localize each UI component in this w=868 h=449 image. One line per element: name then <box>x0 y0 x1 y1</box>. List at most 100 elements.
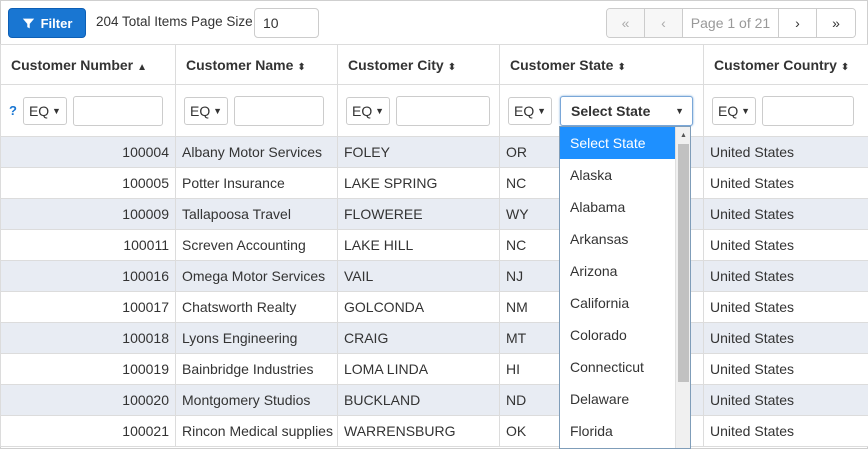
header-customer-name[interactable]: Customer Name ⬍ <box>175 44 338 85</box>
cell-customer-country: United States <box>703 167 868 199</box>
caret-down-icon: ▼ <box>537 105 546 116</box>
sort-icon: ⬍ <box>447 61 457 73</box>
cell-customer-country: United States <box>703 415 868 447</box>
cell-customer-city: FLOWEREE <box>337 198 500 230</box>
first-page-button[interactable]: « <box>607 9 645 37</box>
cell-customer-city: BUCKLAND <box>337 384 500 416</box>
header-customer-number[interactable]: Customer Number ▲ <box>0 44 176 85</box>
state-option[interactable]: California <box>560 287 676 319</box>
state-option[interactable]: Florida <box>560 415 676 447</box>
sort-icon: ⬍ <box>297 61 306 73</box>
cell-customer-number: 100009 <box>0 198 176 230</box>
table-row[interactable]: 100021 Rincon Medical supplies WARRENSBURG… <box>0 415 868 447</box>
cell-customer-country: United States <box>703 384 868 416</box>
last-page-button[interactable]: » <box>817 9 855 37</box>
filter-cell-name: EQ ▼ <box>175 84 338 137</box>
state-filter-select[interactable]: Select State ▼ <box>560 96 693 126</box>
cell-customer-name: Bainbridge Industries <box>175 353 338 385</box>
operator-value: EQ <box>514 102 535 119</box>
operator-select[interactable]: EQ ▼ <box>184 96 228 125</box>
cell-customer-number: 100005 <box>0 167 176 199</box>
state-option[interactable]: Alaska <box>560 159 676 191</box>
header-customer-state[interactable]: Customer State ⬍ <box>499 44 704 85</box>
header-label: Customer Country <box>714 56 837 73</box>
state-option[interactable]: Select State <box>560 127 676 159</box>
customer-grid: Customer Number ▲ Customer Name ⬍ Customer… <box>0 44 868 447</box>
cell-customer-name: Potter Insurance <box>175 167 338 199</box>
state-option[interactable]: Colorado <box>560 319 676 351</box>
filter-button[interactable]: Filter <box>8 8 86 38</box>
table-row[interactable]: 100004 Albany Motor Services FOLEY OR United… <box>0 136 868 168</box>
state-option[interactable]: Connecticut <box>560 351 676 383</box>
filter-cell-number: ? EQ ▼ <box>0 84 176 137</box>
country-filter-input[interactable] <box>762 95 854 126</box>
prev-page-button[interactable]: ‹ <box>645 9 683 37</box>
table-row[interactable]: 100016 Omega Motor Services VAIL NJ United S… <box>0 260 868 292</box>
operator-select[interactable]: EQ ▼ <box>508 96 552 125</box>
header-customer-country[interactable]: Customer Country ⬍ <box>703 44 868 85</box>
cell-customer-number: 100018 <box>0 322 176 354</box>
cell-customer-city: GOLCONDA <box>337 291 500 323</box>
name-filter-input[interactable] <box>234 95 324 126</box>
state-select-value: Select State <box>571 103 651 119</box>
cell-customer-city: LAKE SPRING <box>337 167 500 199</box>
cell-customer-city: FOLEY <box>337 136 500 168</box>
scroll-up-arrow-icon[interactable]: ▲ <box>676 127 690 143</box>
table-row[interactable]: 100005 Potter Insurance LAKE SPRING NC Unite… <box>0 167 868 199</box>
next-page-button[interactable]: › <box>779 9 817 37</box>
table-row[interactable]: 100020 Montgomery Studios BUCKLAND ND United… <box>0 384 868 416</box>
cell-customer-name: Omega Motor Services <box>175 260 338 292</box>
funnel-icon <box>22 18 34 28</box>
total-items-text: 204 Total Items Page Size <box>96 14 253 29</box>
city-filter-input[interactable] <box>396 95 490 126</box>
caret-down-icon: ▼ <box>213 105 222 116</box>
table-row[interactable]: 100018 Lyons Engineering CRAIG MT United Sta… <box>0 322 868 354</box>
header-label: Customer State <box>510 56 614 73</box>
help-icon[interactable]: ? <box>9 103 17 118</box>
number-filter-input[interactable] <box>72 95 163 126</box>
cell-customer-name: Albany Motor Services <box>175 136 338 168</box>
table-row[interactable]: 100011 Screven Accounting LAKE HILL NC Unite… <box>0 229 868 261</box>
page-size-input[interactable] <box>254 8 319 38</box>
cell-customer-country: United States <box>703 291 868 323</box>
cell-customer-country: United States <box>703 136 868 168</box>
header-customer-city[interactable]: Customer City ⬍ <box>337 44 500 85</box>
header-label: Customer Number <box>11 56 134 73</box>
operator-value: EQ <box>190 102 211 119</box>
operator-select[interactable]: EQ ▼ <box>22 96 67 125</box>
cell-customer-number: 100011 <box>0 229 176 261</box>
cell-customer-country: United States <box>703 260 868 292</box>
table-row[interactable]: 100009 Tallapoosa Travel FLOWEREE WY United … <box>0 198 868 230</box>
table-row[interactable]: 100017 Chatsworth Realty GOLCONDA NM United … <box>0 291 868 323</box>
scroll-thumb[interactable] <box>678 144 689 382</box>
state-option[interactable]: Arkansas <box>560 223 676 255</box>
filter-button-label: Filter <box>40 15 73 31</box>
cell-customer-city: LAKE HILL <box>337 229 500 261</box>
cell-customer-name: Montgomery Studios <box>175 384 338 416</box>
state-option[interactable]: Alabama <box>560 191 676 223</box>
cell-customer-city: LOMA LINDA <box>337 353 500 385</box>
sort-icon: ⬍ <box>617 61 626 73</box>
cell-customer-number: 100020 <box>0 384 176 416</box>
state-option[interactable]: Delaware <box>560 383 676 415</box>
operator-select[interactable]: EQ ▼ <box>712 96 756 125</box>
cell-customer-number: 100004 <box>0 136 176 168</box>
cell-customer-city: WARRENSBURG <box>337 415 500 447</box>
caret-down-icon: ▼ <box>52 105 61 116</box>
cell-customer-city: CRAIG <box>337 322 500 354</box>
table-row[interactable]: 100019 Bainbridge Industries LOMA LINDA HI U… <box>0 353 868 385</box>
dropdown-scrollbar[interactable]: ▲ <box>675 127 690 448</box>
sort-asc-icon: ▲ <box>137 61 148 73</box>
cell-customer-name: Screven Accounting <box>175 229 338 261</box>
operator-select[interactable]: EQ ▼ <box>346 96 390 125</box>
sort-icon: ⬍ <box>840 61 850 73</box>
cell-customer-country: United States <box>703 198 868 230</box>
header-label: Customer Name <box>186 56 294 73</box>
state-option[interactable]: Arizona <box>560 255 676 287</box>
operator-value: EQ <box>352 102 373 119</box>
page-indicator: Page 1 of 21 <box>683 9 779 37</box>
cell-customer-number: 100017 <box>0 291 176 323</box>
cell-customer-name: Tallapoosa Travel <box>175 198 338 230</box>
toolbar: Filter 204 Total Items Page Size « ‹ Pag… <box>0 0 868 44</box>
operator-value: EQ <box>718 102 739 119</box>
